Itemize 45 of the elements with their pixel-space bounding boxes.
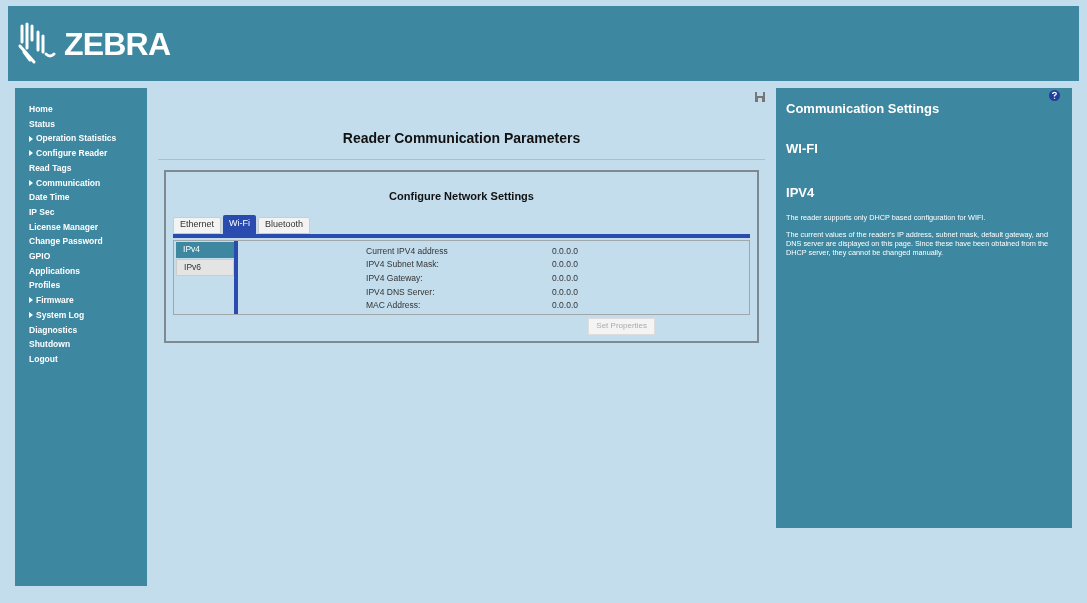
sidebar-item[interactable]: Change Password [29,234,147,250]
field-label: IPV4 Subnet Mask: [366,258,440,272]
sidebar-item[interactable]: Status [29,116,147,132]
sidebar-item[interactable]: Diagnostics [29,322,147,338]
help-heading: WI-FI [786,139,819,158]
sidebar-item[interactable]: System Log [29,307,147,323]
tab[interactable]: Ethernet [173,216,222,234]
sidebar-item[interactable]: GPIO [29,249,147,264]
vertical-tab[interactable]: IPv4 [176,241,234,258]
field-value: 0.0.0.0 [552,271,578,285]
field-value: 0.0.0.0 [552,285,578,299]
sidebar-item[interactable]: Shutdown [29,337,147,352]
field-value: 0.0.0.0 [552,258,578,272]
tab[interactable]: Bluetooth [258,216,311,234]
tab[interactable]: Wi-Fi [223,214,257,234]
field-label: IPV4 Gateway: [366,271,424,285]
sidebar-item[interactable]: Logout [29,351,147,367]
help-subheading: IPV4 [786,184,816,202]
expand-triangle-icon [29,297,33,304]
vertical-tab[interactable]: IPv6 [176,258,234,276]
expand-triangle-icon [29,150,33,157]
sidebar-item[interactable]: Home [29,102,147,117]
help-icon[interactable] [1049,90,1060,101]
page-title: Reader Communication Parameters [341,129,582,148]
sidebar-item[interactable]: IP Sec [29,204,147,220]
sidebar-item[interactable]: Date Time [29,190,147,205]
sidebar-item[interactable]: Applications [29,263,147,279]
sidebar-item[interactable]: Firmware [29,293,147,308]
sidebar-item[interactable]: License Manager [29,219,147,235]
brand-logo-text: ZEBRA [64,24,171,64]
sidebar-item[interactable]: Communication [29,175,147,191]
expand-triangle-icon [29,179,33,186]
expand-triangle-icon [29,135,33,142]
field-value: 0.0.0.0 [552,299,578,313]
help-title: Communication Settings [786,100,941,118]
section-title: Configure Network Settings [388,189,535,204]
expand-triangle-icon [29,312,33,319]
sidebar-item[interactable]: Configure Reader [29,146,147,161]
sidebar-item[interactable]: Operation Statistics [29,131,147,147]
sidebar-item[interactable]: Read Tags [29,160,147,176]
field-label: MAC Address: [366,299,422,313]
sidebar-item[interactable]: Profiles [29,278,147,294]
field-label: IPV4 DNS Server: [366,285,436,299]
field-value: 0.0.0.0 [552,244,578,258]
field-label: Current IPV4 address [366,244,449,258]
